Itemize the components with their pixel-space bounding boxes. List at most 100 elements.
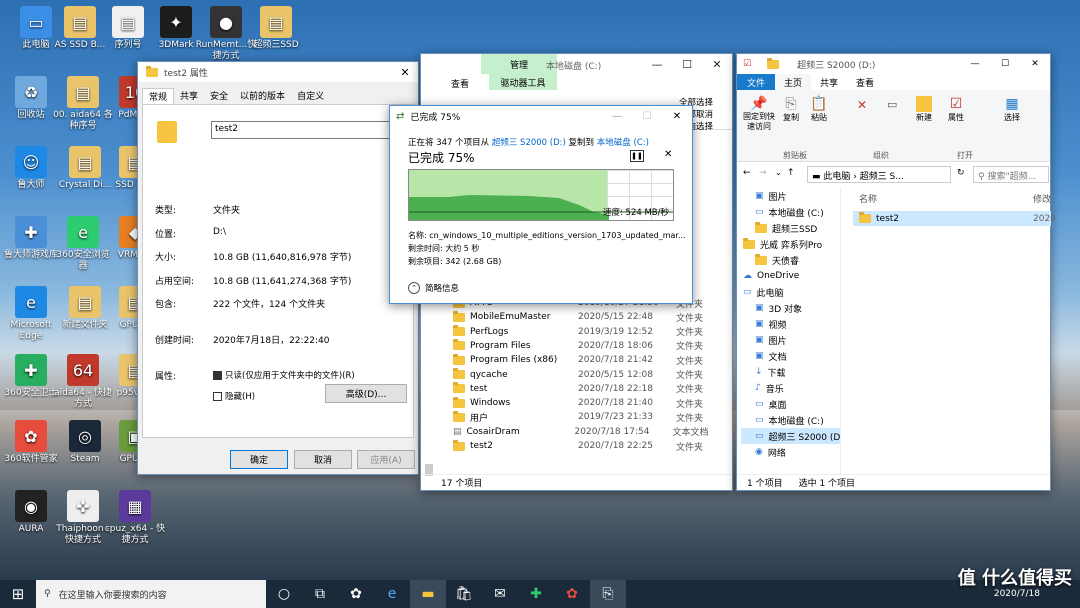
desktop-icon[interactable]: ▤ 超频三SSD <box>245 6 307 51</box>
advanced-button[interactable]: 高级(D)... <box>325 384 407 403</box>
search-field[interactable]: ⚲ 搜索"超频... <box>973 166 1049 183</box>
rename-icon[interactable]: ▭ <box>887 98 897 111</box>
file-explorer-icon[interactable]: ▬ <box>410 580 446 608</box>
up-icon[interactable]: ↑ <box>787 168 795 178</box>
desktop-icon[interactable]: ▦ cpuz_x64 - 快捷方式 <box>104 490 166 546</box>
select-button[interactable]: ▦ 选择 <box>999 96 1025 123</box>
desktop-icon[interactable]: ☺ 鲁大师 <box>0 146 62 191</box>
file-row[interactable]: Program Files (x86) 2020/7/18 21:42 文件夹 <box>449 353 733 367</box>
copy-button[interactable]: ⎘ 复制 <box>781 96 801 123</box>
copy-task-icon[interactable]: ⎘ <box>590 580 626 608</box>
file-row[interactable]: ▤ CosairDram 2020/7/18 17:54 文本文档 <box>449 425 733 439</box>
nav-tree-item[interactable]: ↓ 下载 <box>741 364 840 380</box>
tab-home[interactable]: 主页 <box>775 74 812 90</box>
nav-tree-item[interactable]: 光威 弈系列Pro <box>741 236 840 252</box>
copy-dest-link[interactable]: 本地磁盘 (C:) <box>597 138 649 148</box>
file-row[interactable]: test2 2020/7/18 22:25 文件夹 <box>449 439 733 453</box>
file-type: 文件夹 <box>676 313 704 324</box>
app-icon[interactable]: ✿ <box>338 580 374 608</box>
less-info-toggle[interactable]: ⌃ 简略信息 <box>408 282 459 294</box>
nav-tree-item[interactable]: ▣ 图片 <box>741 188 840 204</box>
file-name: MobileEmuMaster <box>470 312 551 323</box>
nav-tree-item[interactable]: ♪ 音乐 <box>741 380 840 396</box>
taskbar-time[interactable]: 2020/7/18 <box>994 589 1040 599</box>
nav-tree-item[interactable]: ▭ 本地磁盘 (C:) <box>741 412 840 428</box>
nav-tree-label: 3D 对象 <box>768 304 803 315</box>
cancel-button[interactable]: 取消 <box>294 450 352 469</box>
app-360-icon[interactable]: ✚ <box>518 580 554 608</box>
properties-button[interactable]: ☑ 属性 <box>943 96 969 123</box>
forward-icon[interactable]: → <box>759 168 767 178</box>
tab-drive-tools[interactable]: 驱动器工具 <box>489 74 557 90</box>
nav-tree-item[interactable]: ▭ 本地磁盘 (C:) <box>741 204 840 220</box>
pin-button[interactable]: 📌 固定到快速访问 <box>741 96 777 132</box>
nav-tree-item[interactable]: ▭ 桌面 <box>741 396 840 412</box>
desktop-icon[interactable]: ✿ 360软件管家 <box>0 420 62 465</box>
apply-button[interactable]: 应用(A) <box>357 450 415 469</box>
nav-tree-item[interactable]: ▭ 超频三 S2000 (D:) <box>741 428 840 444</box>
close-icon[interactable]: ✕ <box>392 66 418 79</box>
file-row[interactable]: PerfLogs 2019/3/19 12:52 文件夹 <box>449 325 733 339</box>
store-icon[interactable]: 🛍 <box>446 580 482 608</box>
col-name[interactable]: 名称 <box>859 195 877 205</box>
back-icon[interactable]: ← <box>743 168 751 178</box>
file-row[interactable]: test 2020/7/18 22:18 文件夹 <box>449 382 733 396</box>
maximize-icon[interactable]: ☐ <box>990 59 1020 69</box>
minimize-icon[interactable]: — <box>960 59 990 69</box>
watermark-text: 值 什么值得买 <box>957 568 1072 589</box>
start-button[interactable]: ⊞ <box>0 580 36 608</box>
tab-general[interactable]: 常规 <box>142 88 175 104</box>
name-field[interactable]: test2 <box>211 121 403 139</box>
nav-tree-item[interactable]: ◉ 网络 <box>741 444 840 460</box>
nav-tree-item[interactable]: ▣ 3D 对象 <box>741 300 840 316</box>
desktop-icon[interactable]: e Microsoft Edge <box>0 286 62 342</box>
close-icon[interactable]: ✕ <box>1020 59 1050 69</box>
tab-view[interactable]: 查看 <box>451 77 469 90</box>
refresh-icon[interactable]: ↻ <box>957 168 965 178</box>
file-row[interactable]: Program Files 2020/7/18 18:06 文件夹 <box>449 339 733 353</box>
hidden-checkbox[interactable]: 隐藏(H) <box>213 390 255 402</box>
file-row[interactable]: MobileEmuMaster 2020/5/15 22:48 文件夹 <box>449 310 733 324</box>
file-row[interactable]: qycache 2020/5/15 12:08 文件夹 <box>449 368 733 382</box>
cortana-icon[interactable]: ○ <box>266 580 302 608</box>
nav-tree-item[interactable]: ▣ 文档 <box>741 348 840 364</box>
file-row[interactable]: Windows 2020/7/18 21:40 文件夹 <box>449 396 733 410</box>
paste-button[interactable]: 📋 粘贴 <box>809 96 829 123</box>
nav-tree-item[interactable]: 超频三SSD <box>741 220 840 236</box>
delete-icon[interactable]: ✕ <box>857 98 867 112</box>
new-folder-button[interactable]: 新建 <box>911 96 937 123</box>
tab-share[interactable]: 共享 <box>811 74 847 90</box>
mail-icon[interactable]: ✉ <box>482 580 518 608</box>
app-icon-2[interactable]: ✿ <box>554 580 590 608</box>
minimize-icon[interactable]: — <box>602 111 632 122</box>
tab-previous[interactable]: 以前的版本 <box>234 88 291 104</box>
ok-button[interactable]: 确定 <box>230 450 288 469</box>
file-row-test2[interactable]: test2 2020 <box>853 211 1056 226</box>
nav-tree-item[interactable]: ▭ 此电脑 <box>741 284 840 300</box>
nav-tree-item[interactable]: ▣ 图片 <box>741 332 840 348</box>
nav-tree-item[interactable]: ☁ OneDrive <box>741 268 840 284</box>
col-modified[interactable]: 修改 <box>1033 192 1051 205</box>
pause-button[interactable]: ❚❚ <box>630 150 644 162</box>
taskbar-search[interactable]: ⚲ 在这里输入你要搜索的内容 <box>36 580 266 608</box>
nav-tree-item[interactable]: 天债睿 <box>741 252 840 268</box>
nav-tree-item[interactable]: ▣ 视频 <box>741 316 840 332</box>
cancel-copy-icon[interactable]: ✕ <box>664 149 672 160</box>
maximize-icon[interactable]: ☐ <box>672 54 702 74</box>
file-row[interactable]: 用户 2019/7/23 21:33 文件夹 <box>449 410 733 424</box>
tab-share[interactable]: 共享 <box>174 88 204 104</box>
readonly-checkbox[interactable]: 只读(仅应用于文件夹中的文件)(R) <box>213 369 355 381</box>
task-view-icon[interactable]: ⧉ <box>302 580 338 608</box>
address-field[interactable]: ▬ 此电脑 › 超频三 S... <box>807 166 951 183</box>
close-icon[interactable]: ✕ <box>702 54 732 74</box>
maximize-icon[interactable]: ☐ <box>632 111 662 122</box>
copy-source-link[interactable]: 超频三 S2000 (D:) <box>492 138 566 148</box>
close-icon[interactable]: ✕ <box>662 111 692 122</box>
tab-file[interactable]: 文件 <box>737 74 776 90</box>
tab-security[interactable]: 安全 <box>204 88 234 104</box>
edge-icon[interactable]: e <box>374 580 410 608</box>
minimize-icon[interactable]: — <box>642 54 672 74</box>
recent-icon[interactable]: ⌄ <box>775 168 782 177</box>
tab-view[interactable]: 查看 <box>847 74 883 90</box>
tab-custom[interactable]: 自定义 <box>291 88 330 104</box>
